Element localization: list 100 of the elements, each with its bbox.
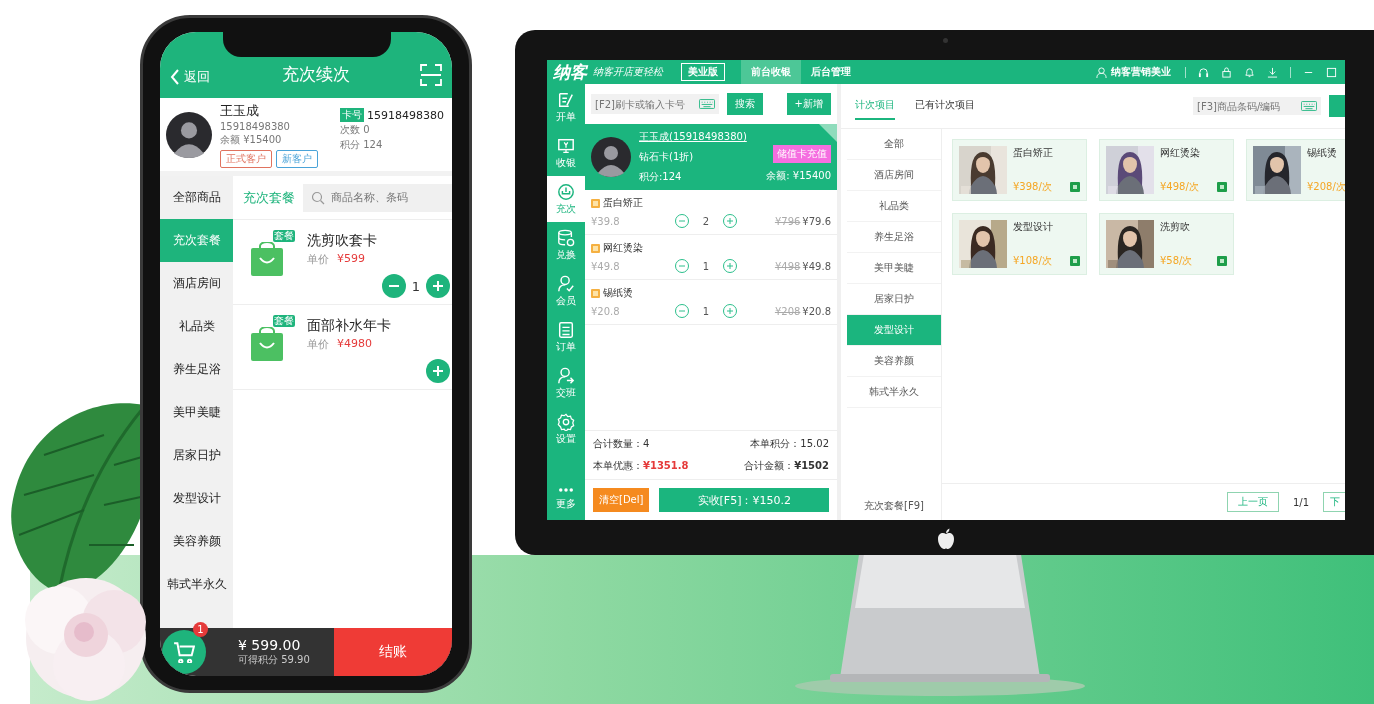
plus-button[interactable] [723,259,737,273]
category-item[interactable]: 礼品类 [847,191,941,222]
plus-button[interactable] [426,359,450,383]
user-name[interactable]: 纳客营销美业 [1111,65,1171,79]
category-item[interactable]: 美容养颜 [847,346,941,377]
edition-label: 美业版 [681,63,725,81]
add-button[interactable]: +新增 [786,93,831,115]
back-button[interactable]: 返回 [170,68,240,86]
category-item[interactable]: 美容养颜 [160,520,233,563]
page-title: 充次续次 [281,63,351,86]
recharge-button[interactable]: 储值卡充值 [773,145,831,163]
nav-item[interactable]: 开单 [547,84,585,130]
more-icon [559,487,573,492]
quantity: 2 [701,215,711,227]
nav-item[interactable]: 交班 [547,360,585,406]
nav-item[interactable]: 会员 [547,268,585,314]
nav-item[interactable]: 订单 [547,314,585,360]
service-price: ¥208/次 [1307,180,1345,194]
summary-value: 15.02 [800,438,829,449]
category-item[interactable]: 居家日护 [160,434,233,477]
customer-tag[interactable]: 正式客户 [220,149,272,168]
nav-item[interactable]: 设置 [547,406,585,452]
summary-label: 合计金额： [744,459,795,473]
nav-item[interactable]: 充次 [547,176,585,222]
item-amount: ¥49.8 [802,260,831,272]
keyboard-icon [699,99,715,109]
category-item[interactable]: 韩式半永久 [160,563,233,606]
card-search-field[interactable]: [F2]刷卡或输入卡号 [591,94,719,114]
category-item[interactable]: 养生足浴 [847,222,941,253]
member-points: 积分:124 [639,170,683,184]
category-item[interactable]: 发型设计 [160,477,233,520]
user-arrow-icon [557,366,575,385]
service-card[interactable]: 洗剪吹 ¥58/次 [1099,213,1234,275]
category-tab[interactable]: 充次套餐 [243,188,295,207]
category-item[interactable]: 充次套餐 [160,219,233,262]
earned-points: 可得积分 59.90 [238,653,311,667]
plus-button[interactable] [723,214,737,228]
module-tab[interactable]: 前台收银 [741,60,801,84]
card-number: 15918498380 [367,108,444,122]
shopping-bag-icon [251,242,283,276]
service-name: 网红烫染 [1160,146,1201,160]
service-card[interactable]: 锡纸烫 ¥208/次 [1246,139,1345,201]
search-button[interactable]: 搜索 [727,93,763,115]
cart-icon [173,641,195,663]
minus-button[interactable] [675,304,689,318]
product-price: ¥4980 [337,337,372,352]
category-item[interactable]: 礼品类 [160,305,233,348]
nav-item[interactable]: 兑换 [547,222,585,268]
category-item[interactable]: 养生足浴 [160,348,233,391]
package-link[interactable]: 充次套餐[F9] [847,492,941,520]
lock-icon[interactable] [1221,66,1232,78]
service-name: 锡纸烫 [1307,146,1338,160]
quantity: 1 [411,278,420,294]
original-price: ¥208 [774,305,801,317]
category-item[interactable]: 韩式半永久 [847,377,941,408]
category-item[interactable]: 酒店房间 [847,160,941,191]
previous-page-button[interactable]: 上一页 [1226,492,1279,512]
member-name[interactable]: 王玉成(15918498380) [639,130,747,144]
minus-button[interactable] [675,214,689,228]
package-badge: 套餐 [273,230,295,242]
summary-value: 4 [643,438,650,449]
service-price: ¥498/次 [1160,180,1199,194]
maximize-icon[interactable] [1326,66,1337,78]
category-item[interactable]: 美甲美睫 [160,391,233,434]
minus-button[interactable] [381,274,406,298]
tab[interactable]: 已有计次项目 [915,92,975,120]
search-field[interactable]: 商品名称、条码 [303,183,452,212]
summary-value: ¥1502 [794,460,829,471]
minus-button[interactable] [675,259,689,273]
service-card[interactable]: 发型设计 ¥108/次 [952,213,1087,275]
summary-value: ¥1351.8 [643,460,689,471]
category-item[interactable]: 全部商品 [160,176,233,219]
category-item[interactable]: 发型设计 [847,315,941,346]
nav-item[interactable]: 收银 [547,130,585,176]
service-card[interactable]: 网红烫染 ¥498/次 [1099,139,1234,201]
bell-icon[interactable] [1244,66,1255,78]
download-icon[interactable] [1267,66,1278,78]
plus-button[interactable] [426,274,450,298]
item-search-field[interactable]: [F3]商品条码/编码 [1193,97,1321,115]
next-page-button[interactable]: 下 [1323,492,1345,512]
category-item[interactable]: 全部 [847,129,941,160]
scan-icon[interactable] [420,64,442,86]
keyboard-icon [1301,101,1317,111]
headset-icon[interactable] [1198,66,1209,78]
document-pen-icon [557,90,575,109]
clear-button[interactable]: 清空[Del] [593,488,650,512]
service-card[interactable]: 蛋白矫正 ¥398/次 [952,139,1087,201]
user-check-icon [557,274,575,293]
pay-button[interactable]: 实收[F5]：¥150.2 [659,488,829,512]
corner-fold-icon [819,124,837,142]
customer-tag[interactable]: 新客户 [276,149,318,168]
quantity: 1 [701,305,711,317]
tab[interactable]: 计次项目 [855,92,895,120]
category-item[interactable]: 美甲美睫 [847,253,941,284]
plus-button[interactable] [723,304,737,318]
checkout-button[interactable]: 结账 [334,628,452,676]
module-tab[interactable]: 后台管理 [801,60,861,84]
item-name: 网红烫染 [603,241,643,255]
nav-item[interactable]: 更多 [547,474,585,520]
category-item[interactable]: 酒店房间 [160,262,233,305]
